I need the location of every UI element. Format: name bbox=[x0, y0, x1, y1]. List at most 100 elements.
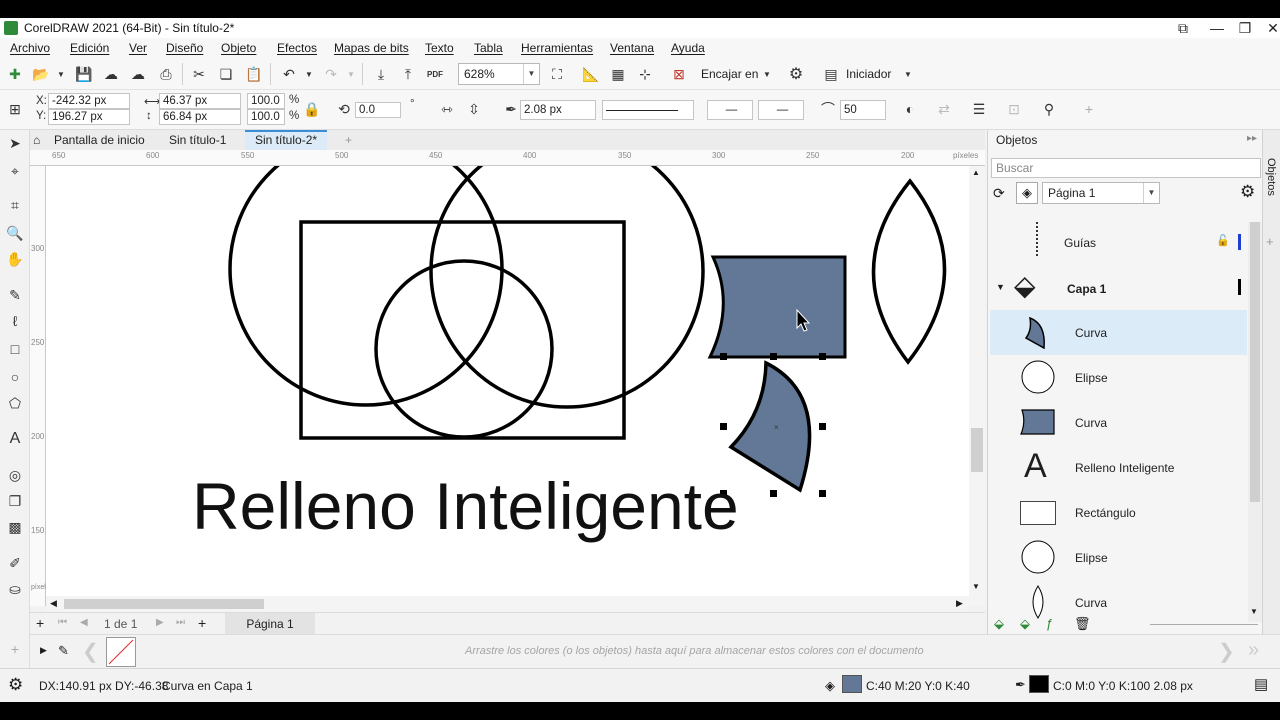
menu-diseno[interactable]: Diseño bbox=[166, 41, 203, 55]
canvas-text-object[interactable]: Relleno Inteligente bbox=[192, 468, 739, 544]
close-button[interactable]: ✕ bbox=[1256, 18, 1280, 38]
large-circle-right[interactable] bbox=[429, 166, 705, 409]
chevron-down-icon[interactable]: ▼ bbox=[523, 64, 539, 84]
lock-ratio-icon[interactable]: 🔒 bbox=[301, 98, 323, 120]
rotation-icon[interactable]: ⟲ bbox=[333, 98, 355, 120]
start-arrow-select[interactable]: — bbox=[707, 100, 753, 120]
cloud-download-icon[interactable]: ☁ bbox=[127, 63, 149, 85]
new-document-icon[interactable]: ✚ bbox=[4, 63, 26, 85]
rectangle-tool-icon[interactable]: □ bbox=[4, 338, 26, 360]
launcher-dropdown-icon[interactable]: ▼ bbox=[897, 63, 919, 85]
menu-herramientas[interactable]: Herramientas bbox=[521, 41, 593, 55]
docker-options-gear-icon[interactable]: ⚙ bbox=[1240, 182, 1255, 202]
launcher-icon[interactable]: ▤ bbox=[820, 63, 842, 85]
scroll-right-icon[interactable]: ▶ bbox=[956, 598, 963, 609]
objects-search-input[interactable]: Buscar bbox=[991, 158, 1261, 178]
blend-tool-icon[interactable]: ◎ bbox=[4, 464, 26, 486]
text-tool-icon[interactable]: A bbox=[4, 428, 26, 450]
show-grid-icon[interactable]: ▦ bbox=[607, 63, 629, 85]
palette-scroll-left-icon[interactable]: ❮ bbox=[82, 639, 99, 664]
fill-tool-icon[interactable]: ⛀ bbox=[4, 578, 26, 600]
end-arrow-select[interactable]: — bbox=[758, 100, 804, 120]
outline-color-swatch[interactable] bbox=[1029, 675, 1049, 693]
object-item-ellipse[interactable]: Elipse bbox=[990, 535, 1247, 580]
outline-pen-icon[interactable]: ✒ bbox=[500, 98, 522, 120]
palette-expand-icon[interactable]: ▶ bbox=[40, 645, 47, 656]
shadow-tool-icon[interactable]: ❐ bbox=[4, 490, 26, 512]
eyedropper-tool-icon[interactable]: ✐ bbox=[4, 552, 26, 574]
add-page-before-icon[interactable]: + bbox=[36, 615, 44, 631]
restore-panel-icon[interactable]: ⧉ bbox=[1166, 18, 1200, 38]
docker-collapse-icon[interactable]: ▸▸ bbox=[1247, 133, 1257, 144]
scroll-left-icon[interactable]: ◀ bbox=[50, 598, 57, 609]
freehand-tool-icon[interactable]: ✎ bbox=[4, 284, 26, 306]
palette-scroll-right-icon[interactable]: ❯ bbox=[1218, 639, 1235, 664]
previous-page-icon[interactable]: ◀ bbox=[80, 617, 88, 628]
vertical-scrollbar[interactable]: ▲ ▼ bbox=[969, 166, 985, 606]
tab-sin-titulo-2[interactable]: Sin título-2* bbox=[245, 130, 328, 150]
page-select[interactable]: Página 1 ▼ bbox=[1042, 182, 1160, 204]
lens-curve-shape[interactable] bbox=[871, 178, 947, 365]
drawing-canvas[interactable]: × Relleno Inteligente bbox=[46, 166, 969, 596]
smoothing-field[interactable]: 50 bbox=[840, 100, 886, 120]
first-page-icon[interactable]: ⏮ bbox=[58, 617, 67, 628]
scale-width-field[interactable]: 100.0 bbox=[247, 93, 285, 109]
menu-archivo[interactable]: Archivo bbox=[10, 41, 50, 55]
copy-icon[interactable]: ❏ bbox=[215, 63, 237, 85]
fill-color-swatch[interactable] bbox=[842, 675, 862, 693]
small-circle[interactable] bbox=[374, 259, 554, 439]
new-layer-icon[interactable]: ⬙ bbox=[994, 616, 1004, 632]
horizontal-ruler[interactable]: 650 600 550 500 450 400 350 300 250 200 … bbox=[30, 150, 985, 166]
menu-mapas-de-bits[interactable]: Mapas de bits bbox=[334, 41, 409, 55]
undo-icon[interactable]: ↶ bbox=[278, 63, 300, 85]
large-circle-left[interactable] bbox=[228, 166, 504, 407]
layer-view-icon[interactable]: ◈ bbox=[1016, 182, 1038, 204]
add-page-after-icon[interactable]: + bbox=[198, 615, 206, 631]
side-tab-add-icon[interactable]: + bbox=[1266, 234, 1274, 249]
guides-row[interactable]: Guías 🔓 bbox=[990, 222, 1247, 262]
object-item-smart-fill[interactable]: A Relleno Inteligente bbox=[990, 445, 1247, 490]
zoom-tool-icon[interactable]: 🔍 bbox=[4, 222, 26, 244]
cloud-upload-icon[interactable]: ☁ bbox=[100, 63, 122, 85]
show-rulers-icon[interactable]: 📐 bbox=[580, 63, 602, 85]
save-icon[interactable]: 💾 bbox=[73, 63, 95, 85]
reverse-direction-icon[interactable]: ⇄ bbox=[933, 98, 955, 120]
page-tab[interactable]: Página 1 bbox=[225, 613, 315, 635]
close-curve-icon[interactable]: ◐ bbox=[899, 98, 921, 120]
expand-layer-icon[interactable]: ▼ bbox=[996, 282, 1005, 292]
width-field[interactable]: 46.37 px bbox=[159, 93, 241, 109]
palette-eyedropper-icon[interactable]: ✎ bbox=[58, 643, 69, 659]
object-item-ellipse[interactable]: Elipse bbox=[990, 355, 1247, 400]
add-tool-icon[interactable]: + bbox=[4, 638, 26, 660]
lock-icon[interactable]: 🔓 bbox=[1216, 234, 1230, 247]
menu-ventana[interactable]: Ventana bbox=[610, 41, 654, 55]
full-screen-icon[interactable]: ⛶ bbox=[546, 63, 568, 85]
transparency-tool-icon[interactable]: ▩ bbox=[4, 516, 26, 538]
filled-curve-shape[interactable] bbox=[707, 255, 847, 359]
artistic-media-icon[interactable]: ℓ bbox=[4, 310, 26, 332]
print-icon[interactable]: ⎙ bbox=[155, 63, 177, 85]
polygon-tool-icon[interactable]: ⬠ bbox=[4, 392, 26, 414]
snap-dropdown-icon[interactable]: ▼ bbox=[756, 63, 778, 85]
color-proof-icon[interactable]: ▤ bbox=[1254, 675, 1268, 693]
palette-expand-right-icon[interactable]: » bbox=[1248, 639, 1259, 662]
zoom-combo[interactable]: 628% ▼ bbox=[458, 63, 540, 85]
new-master-layer-icon[interactable]: ⬙ bbox=[1020, 616, 1030, 632]
options-gear-icon[interactable]: ⚙ bbox=[785, 63, 807, 85]
line-style-select[interactable] bbox=[602, 100, 694, 120]
ellipse-tool-icon[interactable]: ○ bbox=[4, 366, 26, 388]
undo-dropdown-icon[interactable]: ▼ bbox=[298, 63, 320, 85]
chevron-down-icon[interactable]: ▼ bbox=[1143, 183, 1159, 203]
menu-edicion[interactable]: Edición bbox=[70, 41, 109, 55]
redo-dropdown-icon[interactable]: ▼ bbox=[340, 63, 362, 85]
crop-tool-icon[interactable]: ⌗ bbox=[4, 194, 26, 216]
side-tab-objects[interactable]: Objetos bbox=[1265, 158, 1277, 196]
menu-ayuda[interactable]: Ayuda bbox=[671, 41, 705, 55]
align-icon[interactable]: ⊡ bbox=[1003, 98, 1025, 120]
tab-sin-titulo-1[interactable]: Sin título-1 bbox=[159, 130, 236, 150]
scale-height-field[interactable]: 100.0 bbox=[247, 109, 285, 125]
next-page-icon[interactable]: ▶ bbox=[156, 617, 164, 628]
add-toolbar-item-icon[interactable]: + bbox=[1078, 98, 1100, 120]
node-options-icon[interactable]: ⚲ bbox=[1038, 98, 1060, 120]
paste-icon[interactable]: 📋 bbox=[243, 63, 265, 85]
